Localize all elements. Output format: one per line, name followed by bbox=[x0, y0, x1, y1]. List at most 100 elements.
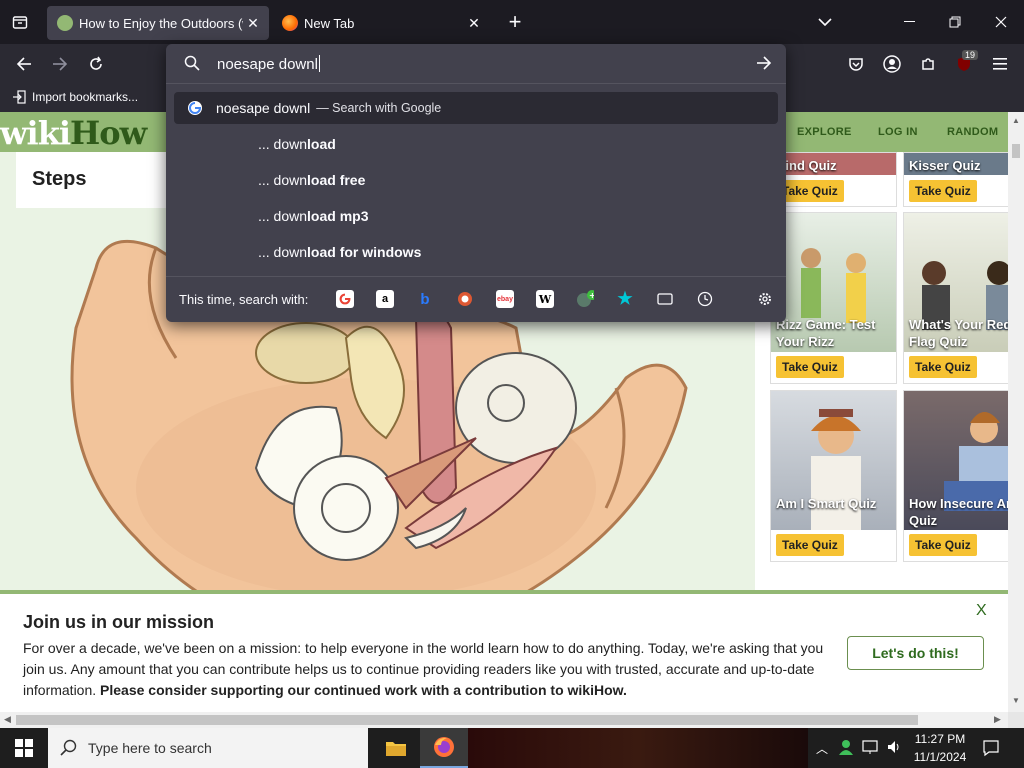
go-arrow-icon[interactable] bbox=[756, 56, 772, 75]
vertical-scrollbar[interactable]: ▲ ▼ bbox=[1008, 112, 1024, 712]
close-banner-button[interactable]: X bbox=[976, 602, 987, 620]
quiz-card[interactable]: Rizz Game: Test Your Rizz Take Quiz bbox=[770, 212, 897, 384]
pocket-icon[interactable] bbox=[840, 48, 872, 80]
notifications-icon[interactable] bbox=[982, 739, 1000, 762]
suggestion-hint: — Search with Google bbox=[316, 101, 442, 115]
take-quiz-button[interactable]: Take Quiz bbox=[776, 356, 844, 378]
tab-title: New Tab bbox=[304, 15, 355, 31]
tab-bar: How to Enjoy the Outdoors (wit ✕ New Tab… bbox=[0, 0, 1024, 44]
address-input-text: noesape downl bbox=[217, 56, 318, 73]
quiz-title: Kisser Quiz bbox=[909, 158, 981, 173]
mission-bold-text: Please consider supporting our continued… bbox=[100, 682, 627, 698]
amazon-icon[interactable]: a bbox=[376, 290, 394, 308]
suggestion-item[interactable]: ... download for windows bbox=[174, 236, 778, 268]
close-tab-icon[interactable]: ✕ bbox=[243, 15, 263, 32]
wikihow-logo[interactable]: wikiHow bbox=[0, 114, 147, 152]
search-icon bbox=[184, 55, 200, 76]
suggestion-item[interactable]: ... download free bbox=[174, 164, 778, 196]
wikipedia-icon[interactable]: W bbox=[536, 290, 554, 308]
extensions-puzzle-icon[interactable] bbox=[912, 48, 944, 80]
lets-do-this-button[interactable]: Let's do this! bbox=[847, 636, 984, 670]
tab-title: How to Enjoy the Outdoors (wit bbox=[79, 15, 243, 31]
reload-icon[interactable] bbox=[80, 48, 112, 80]
scroll-up-icon[interactable]: ▲ bbox=[1012, 116, 1020, 125]
close-tab-icon[interactable]: ✕ bbox=[464, 15, 484, 32]
bookmarks-star-icon[interactable]: ★ bbox=[616, 289, 634, 308]
nav-random[interactable]: RANDOM bbox=[947, 126, 998, 138]
ublock-extension-icon[interactable]: 19 bbox=[948, 48, 980, 80]
file-explorer-icon[interactable] bbox=[372, 728, 420, 768]
scroll-down-icon[interactable]: ▼ bbox=[1012, 696, 1020, 705]
quiz-title: What's Your Red Flag Quiz bbox=[909, 317, 1008, 349]
tabs-icon[interactable] bbox=[656, 290, 674, 308]
quiz-title: Rizz Game: Test Your Rizz bbox=[776, 317, 876, 349]
scroll-left-icon[interactable]: ◀ bbox=[4, 714, 11, 725]
suggestion-text: ... download mp3 bbox=[258, 208, 369, 224]
bing-icon[interactable]: b bbox=[416, 290, 434, 308]
scroll-right-icon[interactable]: ▶ bbox=[994, 714, 1001, 725]
quiz-card[interactable]: Kind Quiz Take Quiz bbox=[770, 152, 897, 207]
suggestion-item[interactable]: ... download bbox=[174, 128, 778, 160]
quiz-card[interactable]: What's Your Red Flag Quiz Take Quiz bbox=[903, 212, 1008, 384]
clock-date: 11/1/2024 bbox=[913, 750, 967, 764]
search-icon bbox=[60, 739, 77, 756]
chevron-up-icon[interactable]: ︿ bbox=[816, 740, 828, 757]
clock-time: 11:27 PM bbox=[914, 732, 966, 746]
horizontal-scrollbar[interactable]: ◀ ▶ bbox=[0, 712, 1008, 728]
one-off-search-bar: This time, search with: a b ebay W + ★ bbox=[166, 276, 786, 322]
start-button[interactable] bbox=[0, 728, 48, 768]
quiz-card[interactable]: Am I Smart Quiz Take Quiz bbox=[770, 390, 897, 562]
wikihow-favicon-icon bbox=[57, 15, 73, 31]
suggestion-item[interactable]: ... download mp3 bbox=[174, 200, 778, 232]
quiz-card[interactable]: Kisser Quiz Take Quiz bbox=[903, 152, 1008, 207]
take-quiz-button[interactable]: Take Quiz bbox=[909, 534, 977, 556]
settings-gear-icon[interactable] bbox=[756, 290, 774, 308]
google-icon[interactable] bbox=[336, 290, 354, 308]
duckduckgo-icon[interactable] bbox=[456, 290, 474, 308]
take-quiz-button[interactable]: Take Quiz bbox=[909, 180, 977, 202]
scrollbar-corner bbox=[1008, 712, 1024, 728]
ebay-icon[interactable]: ebay bbox=[496, 290, 514, 308]
close-window-icon[interactable] bbox=[978, 0, 1024, 44]
import-icon bbox=[13, 90, 26, 104]
quiz-card[interactable]: How Insecure Am I Quiz Take Quiz bbox=[903, 390, 1008, 562]
add-engine-icon[interactable]: + bbox=[576, 290, 594, 308]
taskbar-search-placeholder: Type here to search bbox=[88, 740, 212, 756]
hamburger-menu-icon[interactable] bbox=[984, 48, 1016, 80]
scrollbar-thumb[interactable] bbox=[16, 715, 918, 725]
text-caret bbox=[318, 55, 320, 72]
address-bar[interactable]: noesape downl bbox=[166, 44, 786, 84]
history-icon[interactable] bbox=[696, 290, 714, 308]
minimize-icon[interactable] bbox=[886, 0, 932, 44]
mission-banner: Join us in our mission For over a decade… bbox=[0, 590, 1008, 712]
suggestion-search-google[interactable]: noesape downl — Search with Google bbox=[174, 92, 778, 124]
new-tab-button[interactable]: + bbox=[492, 0, 538, 44]
people-icon[interactable] bbox=[838, 739, 854, 760]
suggestion-text: ... download bbox=[258, 136, 336, 152]
extension-badge: 19 bbox=[962, 50, 979, 60]
list-all-tabs-icon[interactable] bbox=[802, 0, 848, 44]
taskbar-search-box[interactable]: Type here to search bbox=[48, 728, 368, 768]
tab-wikihow[interactable]: How to Enjoy the Outdoors (wit ✕ bbox=[47, 6, 269, 40]
restore-icon[interactable] bbox=[932, 0, 978, 44]
take-quiz-button[interactable]: Take Quiz bbox=[776, 180, 844, 202]
take-quiz-button[interactable]: Take Quiz bbox=[909, 356, 977, 378]
forward-arrow-icon[interactable] bbox=[44, 48, 76, 80]
quiz-title: Am I Smart Quiz bbox=[776, 496, 877, 511]
engines-label: This time, search with: bbox=[179, 292, 309, 307]
take-quiz-button[interactable]: Take Quiz bbox=[776, 534, 844, 556]
back-arrow-icon[interactable] bbox=[8, 48, 40, 80]
nav-login[interactable]: LOG IN bbox=[878, 126, 918, 138]
taskbar-clock[interactable]: 11:27 PM 11/1/2024 bbox=[900, 730, 980, 766]
firefox-view-icon[interactable] bbox=[4, 6, 36, 38]
account-icon[interactable] bbox=[876, 48, 908, 80]
import-bookmarks-button[interactable]: Import bookmarks... bbox=[12, 90, 138, 104]
scrollbar-thumb[interactable] bbox=[1012, 144, 1020, 158]
firefox-taskbar-icon[interactable] bbox=[420, 728, 468, 768]
nav-explore[interactable]: EXPLORE bbox=[797, 126, 852, 138]
windows-logo-icon bbox=[15, 739, 33, 757]
network-icon[interactable] bbox=[862, 739, 880, 760]
address-input[interactable]: noesape downl bbox=[217, 55, 320, 73]
tab-new-tab[interactable]: New Tab ✕ bbox=[272, 6, 490, 40]
firefox-favicon-icon bbox=[282, 15, 298, 31]
